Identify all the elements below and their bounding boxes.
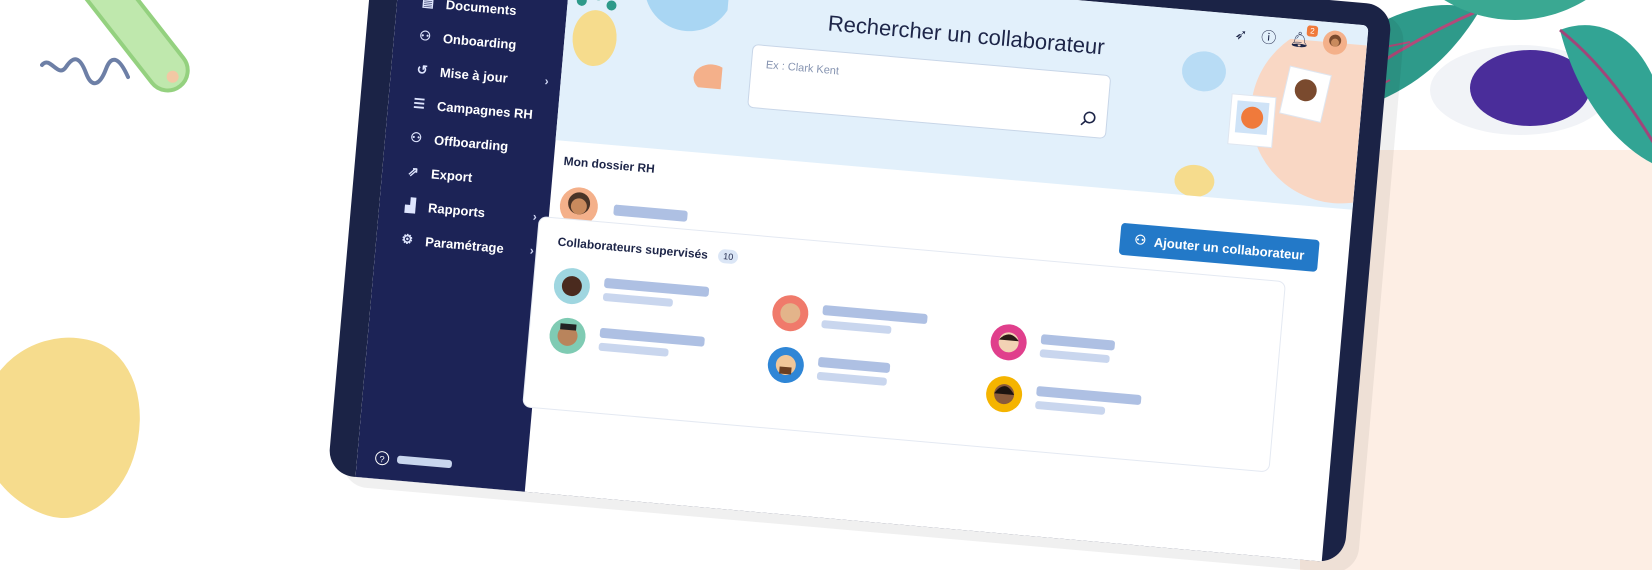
supervised-title: Collaborateurs supervisés xyxy=(557,234,709,262)
sidebar-item-label: Export xyxy=(430,165,473,185)
refresh-icon: ↺ xyxy=(416,61,429,78)
list-item[interactable] xyxy=(552,266,710,316)
search-input[interactable] xyxy=(763,57,1018,95)
document-icon: ▤ xyxy=(421,0,435,10)
user-plus-icon: ⚇ xyxy=(1133,231,1147,248)
list-item[interactable] xyxy=(770,293,929,343)
notification-badge: 2 xyxy=(1306,25,1319,38)
sidebar-footer[interactable]: ? xyxy=(374,450,453,472)
sidebar-item-label: Documents xyxy=(445,0,518,18)
chevron-right-icon: › xyxy=(544,73,550,89)
avatar xyxy=(548,316,588,356)
sidebar-item-label: Campagnes RH xyxy=(436,98,534,122)
chevron-right-icon: › xyxy=(529,243,535,258)
yellow-blob-decoration xyxy=(0,314,164,536)
add-collaborator-label: Ajouter un collaborateur xyxy=(1153,234,1306,263)
avatar xyxy=(766,345,806,385)
rocket-icon[interactable]: ➶ xyxy=(1234,25,1248,44)
search-box[interactable] xyxy=(747,43,1112,140)
pencil-decoration xyxy=(77,0,190,93)
list-item[interactable] xyxy=(766,345,891,392)
sidebar-item-label: Paramétrage xyxy=(424,233,505,256)
sidebar-nav: ▤ Documents ⚇ Onboarding ↺ Mise à jour ›… xyxy=(397,0,558,268)
search-icon[interactable] xyxy=(1080,110,1097,127)
name-placeholder xyxy=(613,203,688,222)
user-minus-icon: ⚇ xyxy=(409,129,423,146)
list-item[interactable] xyxy=(984,374,1143,424)
sidebar-item-label: Mise à jour xyxy=(439,64,509,86)
main-content: Rechercher un collaborateur ➶ ⓘ 🔔︎ 2 xyxy=(522,0,1369,561)
avatar xyxy=(984,374,1024,414)
chevron-right-icon: › xyxy=(532,209,538,224)
user-plus-icon: ⚇ xyxy=(418,27,432,44)
list-item[interactable] xyxy=(989,322,1116,370)
user-avatar[interactable] xyxy=(1322,29,1349,56)
username-placeholder xyxy=(396,455,453,469)
sidebar-item-label: Rapports xyxy=(427,199,486,220)
avatar xyxy=(552,266,592,306)
external-link-icon: ⇗ xyxy=(407,163,420,180)
sidebar-item-label: Offboarding xyxy=(433,132,509,154)
sidebar-item-label: Onboarding xyxy=(442,30,518,52)
checklist-icon: ☰ xyxy=(412,95,426,112)
info-icon[interactable]: ⓘ xyxy=(1260,26,1277,48)
supervised-header: Collaborateurs supervisés 10 xyxy=(557,233,739,267)
app-screen: ▤ Documents ⚇ Onboarding ↺ Mise à jour ›… xyxy=(355,0,1369,562)
supervised-count-badge: 10 xyxy=(717,248,739,265)
my-file-title: Mon dossier RH xyxy=(563,153,656,176)
add-collaborator-button[interactable]: ⚇ Ajouter un collaborateur xyxy=(1119,222,1320,272)
bell-icon[interactable]: 🔔︎ 2 xyxy=(1289,25,1319,49)
avatar xyxy=(770,293,810,333)
list-item[interactable] xyxy=(548,316,706,365)
avatar xyxy=(989,322,1029,362)
tablet-device: ▤ Documents ⚇ Onboarding ↺ Mise à jour ›… xyxy=(327,0,1393,564)
bar-chart-icon: ▟ xyxy=(404,197,416,214)
gear-icon: ⚙ xyxy=(400,231,414,248)
help-icon: ? xyxy=(374,450,390,466)
